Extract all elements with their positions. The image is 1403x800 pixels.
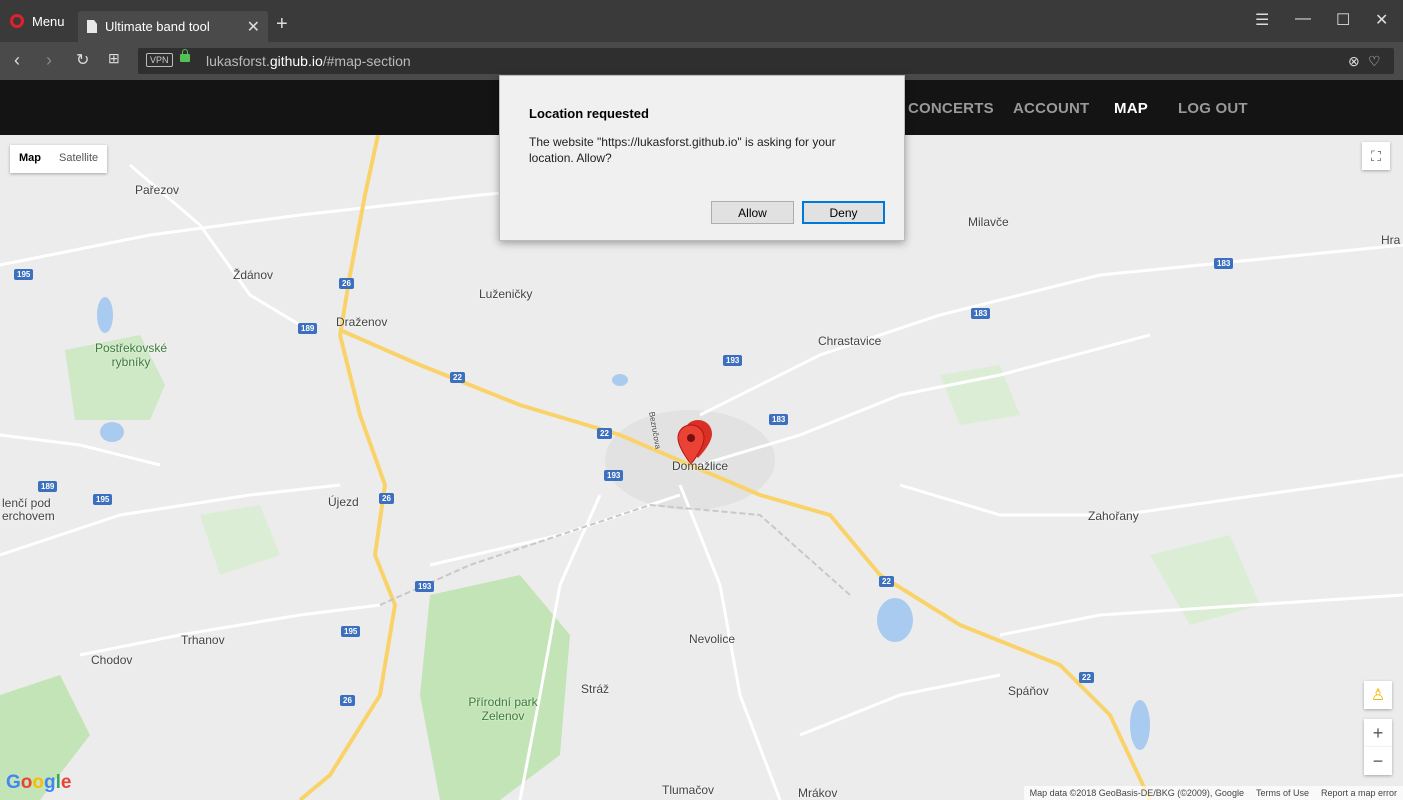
town-label: erchovem xyxy=(2,509,55,523)
town-label: Draženov xyxy=(336,315,388,329)
menu-label: Menu xyxy=(32,13,65,29)
zoom-out-button[interactable]: − xyxy=(1364,747,1392,775)
town-label: Chrastavice xyxy=(818,334,882,348)
town-label: lenčí pod xyxy=(2,496,51,510)
window-close-icon[interactable]: ✕ xyxy=(1375,10,1388,30)
url-text[interactable]: lukasforst.github.io/#map-section xyxy=(206,53,411,69)
town-label: Mrákov xyxy=(798,786,838,800)
road-shield: 183 xyxy=(769,414,789,425)
fullscreen-icon[interactable]: ⛶ xyxy=(1362,142,1390,170)
report-error-link[interactable]: Report a map error xyxy=(1321,788,1397,798)
minimize-icon[interactable]: — xyxy=(1295,10,1311,28)
town-label: Zahořany xyxy=(1088,509,1139,523)
road-shield: 22 xyxy=(597,428,612,439)
town-label: Trhanov xyxy=(181,633,225,647)
railway xyxy=(379,503,851,606)
road-shield: 183 xyxy=(1214,258,1234,269)
browser-title-bar: Menu Ultimate band tool ✕ + ☰ — ☐ ✕ xyxy=(0,0,1403,42)
back-icon[interactable]: ‹ xyxy=(14,50,20,71)
park-label: Přírodní park Zelenov xyxy=(468,695,538,723)
nav-concerts[interactable]: CONCERTS xyxy=(908,100,994,117)
town-label: Pařezov xyxy=(135,183,180,197)
pond xyxy=(612,374,628,386)
tab-title: Ultimate band tool xyxy=(105,19,210,34)
lock-icon[interactable] xyxy=(180,49,190,62)
map-attribution: Map data ©2018 GeoBasis-DE/BKG (©2009), … xyxy=(1023,786,1403,800)
dialog-title: Location requested xyxy=(529,106,649,121)
browser-tab[interactable]: Ultimate band tool ✕ xyxy=(78,11,268,42)
road-shield: 22 xyxy=(450,372,465,383)
vpn-badge[interactable]: VPN xyxy=(146,53,173,67)
road-shield: 22 xyxy=(1079,672,1094,683)
tab-menu-icon[interactable]: ☰ xyxy=(1255,10,1269,30)
reload-icon[interactable]: ↻ xyxy=(76,50,89,70)
document-icon xyxy=(87,20,97,33)
pond xyxy=(1130,700,1150,750)
speed-dial-icon[interactable]: ⊞ xyxy=(108,50,120,67)
ad-block-icon[interactable]: ⊗ xyxy=(1348,53,1360,70)
maximize-icon[interactable]: ☐ xyxy=(1336,10,1350,30)
road-shield: 189 xyxy=(38,481,58,492)
road-shield: 22 xyxy=(879,576,894,587)
road-shield: 193 xyxy=(604,470,624,481)
map-type-satellite-button[interactable]: Satellite xyxy=(50,145,107,173)
road-shield: 195 xyxy=(14,269,34,280)
nav-account[interactable]: ACCOUNT xyxy=(1013,100,1089,117)
town-label: Chodov xyxy=(91,653,133,667)
forward-icon[interactable]: › xyxy=(46,50,52,71)
town-label: Milavče xyxy=(968,215,1009,229)
google-logo: Google xyxy=(6,772,72,793)
pond xyxy=(97,297,113,333)
road-shield: 26 xyxy=(340,695,355,706)
road-shield: 26 xyxy=(379,493,394,504)
map-type-map-button[interactable]: Map xyxy=(10,145,50,173)
town-label: Domažlice xyxy=(672,459,729,473)
forest-area xyxy=(200,505,280,575)
pond xyxy=(877,598,913,642)
opera-logo-icon xyxy=(10,14,24,28)
road-shield: 26 xyxy=(339,278,354,289)
new-tab-button[interactable]: + xyxy=(276,13,288,36)
town-label: Luženičky xyxy=(479,287,533,301)
opera-menu-button[interactable]: Menu xyxy=(10,10,65,32)
nav-log-out[interactable]: LOG OUT xyxy=(1178,100,1248,117)
town-label: Nevolice xyxy=(689,632,736,646)
pond xyxy=(100,422,124,442)
terms-link[interactable]: Terms of Use xyxy=(1256,788,1309,798)
road-shield: 193 xyxy=(415,581,435,592)
zoom-in-button[interactable]: + xyxy=(1364,719,1392,747)
town-label: Stráž xyxy=(581,682,610,696)
road-shield: 195 xyxy=(93,494,113,505)
road-shield: 195 xyxy=(341,626,361,637)
road-shield: 193 xyxy=(723,355,743,366)
forest-area xyxy=(420,575,570,800)
road-shield: 189 xyxy=(298,323,318,334)
deny-button[interactable]: Deny xyxy=(802,201,885,224)
pegman-icon[interactable]: ♙ xyxy=(1364,681,1392,709)
tab-close-icon[interactable]: ✕ xyxy=(247,17,260,37)
town-label: Hra xyxy=(1381,233,1401,247)
town-label: Spáňov xyxy=(1008,684,1049,698)
heart-icon[interactable]: ♡ xyxy=(1368,53,1381,70)
allow-button[interactable]: Allow xyxy=(711,201,794,224)
map-data-credit: Map data ©2018 GeoBasis-DE/BKG (©2009), … xyxy=(1029,788,1244,798)
map-type-control: Map Satellite xyxy=(10,145,108,173)
lake-label: Postřekovské rybníky xyxy=(94,341,168,369)
dialog-message: The website "https://lukasforst.github.i… xyxy=(529,135,836,165)
town-label: Ždánov xyxy=(233,268,274,282)
nav-map[interactable]: MAP xyxy=(1114,100,1148,117)
town-label: Újezd xyxy=(328,495,359,509)
location-permission-dialog: Location requested The website "https://… xyxy=(499,75,905,241)
town-label: Tlumačov xyxy=(662,783,715,797)
road-shield: 183 xyxy=(971,308,991,319)
address-bar[interactable]: VPN lukasforst.github.io/#map-section ⊗ … xyxy=(138,48,1394,74)
